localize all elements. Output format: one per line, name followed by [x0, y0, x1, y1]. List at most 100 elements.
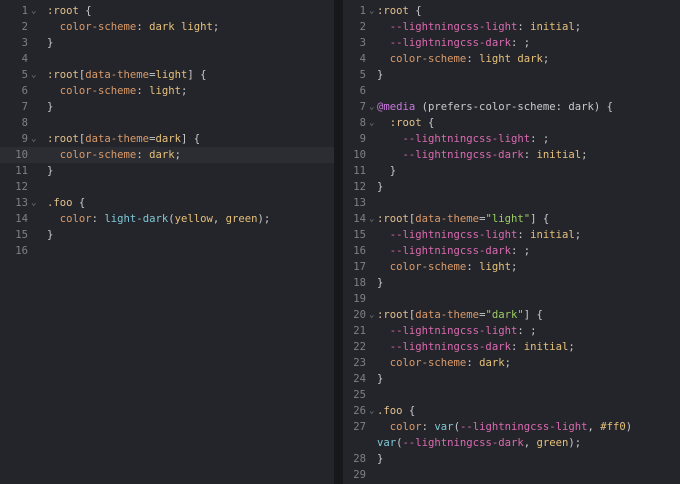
code-line[interactable]: 17 color-scheme: light; [343, 259, 680, 275]
fold-chevron-icon[interactable]: ⌄ [369, 211, 374, 227]
token-punc: : ; [517, 325, 537, 337]
token-punc: : [466, 53, 480, 65]
code-line[interactable]: 14 ⌄:root[data-theme="light"] { [343, 211, 680, 227]
code-line[interactable]: 23 color-scheme: dark; [343, 355, 680, 371]
code-line[interactable]: 20 ⌄:root[data-theme="dark"] { [343, 307, 680, 323]
code-line[interactable]: 24} [343, 371, 680, 387]
code-line[interactable]: 28} [343, 451, 680, 467]
code-text: :root[data-theme=dark] { [47, 131, 200, 147]
token-val: light [155, 69, 188, 81]
code-line[interactable]: 3} [0, 35, 334, 51]
fold-chevron-icon[interactable]: ⌄ [369, 115, 374, 131]
token-prop: color-scheme [389, 357, 467, 369]
code-line[interactable]: 5 ⌄:root[data-theme=light] { [0, 67, 334, 83]
code-line[interactable]: 5} [343, 67, 680, 83]
token-punc: , [212, 213, 226, 225]
pane-divider[interactable] [334, 0, 343, 484]
code-line[interactable]: 16 --lightningcss-dark: ; [343, 243, 680, 259]
line-number: 25 [353, 389, 366, 401]
token-var: --lightningcss-light [459, 421, 588, 433]
code-text: color-scheme: dark light; [47, 19, 219, 35]
code-line[interactable]: 4 [0, 51, 334, 67]
code-line[interactable]: 21 --lightningcss-light: ; [343, 323, 680, 339]
code-text: } [377, 163, 396, 179]
code-line[interactable]: 8 [0, 115, 334, 131]
line-number: 8 [359, 117, 366, 129]
code-text: color: light-dark(yellow, green); [47, 211, 271, 227]
code-line[interactable]: 15 --lightningcss-light: initial; [343, 227, 680, 243]
token-punc: : [466, 357, 480, 369]
code-line[interactable]: 8 ⌄ :root { [343, 115, 680, 131]
code-line[interactable]: var(--lightningcss-dark, green); [343, 435, 680, 451]
fold-chevron-icon[interactable]: ⌄ [31, 3, 36, 19]
token-prop: data-theme [85, 133, 150, 145]
code-line[interactable]: 4 color-scheme: light dark; [343, 51, 680, 67]
code-line[interactable]: 7 ⌄ @media (prefers-color-scheme: dark) { [343, 99, 680, 115]
code-line[interactable]: 22 --lightningcss-dark: initial; [343, 339, 680, 355]
token-punc: ; [174, 149, 181, 161]
code-line[interactable]: 2 color-scheme: dark light; [0, 19, 334, 35]
code-line[interactable]: 14 color: light-dark(yellow, green); [0, 211, 334, 227]
line-number: 28 [353, 453, 366, 465]
code-line[interactable]: 6 color-scheme: light; [0, 83, 334, 99]
token-var: --lightningcss-light [389, 229, 518, 241]
code-line[interactable]: 29 [343, 467, 680, 483]
code-line[interactable]: 2 --lightningcss-light: initial; [343, 19, 680, 35]
code-text: var(--lightningcss-dark, green); [377, 435, 581, 451]
code-text: :root[data-theme="dark"] { [377, 307, 543, 323]
code-line[interactable]: 6 [343, 83, 680, 99]
token-punc: } [389, 165, 397, 177]
code-line[interactable]: 26 ⌄ .foo { [343, 403, 680, 419]
code-line[interactable]: 1 ⌄:root { [0, 3, 334, 19]
code-line[interactable]: 18} [343, 275, 680, 291]
fold-chevron-icon[interactable]: ⌄ [369, 307, 374, 323]
line-number: 29 [353, 469, 366, 481]
fold-chevron-icon[interactable]: ⌄ [369, 99, 374, 115]
code-line[interactable]: 11 } [343, 163, 680, 179]
code-line[interactable]: 10 --lightningcss-dark: initial; [343, 147, 680, 163]
code-text: color-scheme: dark; [377, 355, 511, 371]
token-punc: } [377, 181, 384, 193]
token-punc: : ; [510, 37, 531, 49]
code-line[interactable]: 10 color-scheme: dark; [0, 147, 334, 163]
fold-chevron-icon[interactable]: ⌄ [369, 3, 374, 19]
code-line[interactable]: 11} [0, 163, 334, 179]
code-line[interactable]: 13 [343, 195, 680, 211]
fold-chevron-icon[interactable]: ⌄ [31, 67, 36, 83]
token-prop: color-scheme [59, 21, 137, 33]
output-css-editor[interactable]: 1 ⌄:root {2 --lightningcss-light: initial… [343, 0, 680, 484]
code-line[interactable]: 1 ⌄:root { [343, 3, 680, 19]
code-line[interactable]: 7} [0, 99, 334, 115]
code-line[interactable]: 3 --lightningcss-dark: ; [343, 35, 680, 51]
line-number: 12 [15, 181, 28, 193]
code-text: .foo { [377, 403, 415, 419]
code-line[interactable]: 27 color: var(--lightningcss-light, #ff0… [343, 419, 680, 435]
line-number: 16 [15, 245, 28, 257]
code-text: } [47, 163, 53, 179]
code-line[interactable]: 16 [0, 243, 334, 259]
token-func: var [434, 421, 454, 433]
fold-chevron-icon[interactable]: ⌄ [31, 131, 36, 147]
code-line[interactable]: 25 [343, 387, 680, 403]
code-line[interactable]: 9 --lightningcss-light: ; [343, 131, 680, 147]
fold-chevron-icon[interactable]: ⌄ [31, 195, 36, 211]
code-line[interactable]: 13 ⌄ .foo { [0, 195, 334, 211]
token-prop: color-scheme [389, 261, 467, 273]
line-number: 17 [353, 261, 366, 273]
line-number: 4 [21, 53, 28, 65]
fold-chevron-icon[interactable]: ⌄ [369, 403, 374, 419]
code-text: :root { [47, 3, 92, 19]
code-line[interactable]: 12 [0, 179, 334, 195]
token-at: @media [377, 101, 416, 113]
code-line[interactable]: 19 [343, 291, 680, 307]
code-line[interactable]: 9 ⌄:root[data-theme=dark] { [0, 131, 334, 147]
code-line[interactable]: 15} [0, 227, 334, 243]
token-str: "dark" [485, 309, 524, 321]
line-number: 8 [21, 117, 28, 129]
input-css-editor[interactable]: 1 ⌄:root {2 color-scheme: dark light; 3} 4 5… [0, 0, 334, 484]
token-punc: ); [257, 213, 271, 225]
token-val: #ff0 [600, 421, 626, 433]
token-punc: : ; [510, 245, 531, 257]
code-line[interactable]: 12} [343, 179, 680, 195]
token-punc: ] { [523, 309, 543, 321]
